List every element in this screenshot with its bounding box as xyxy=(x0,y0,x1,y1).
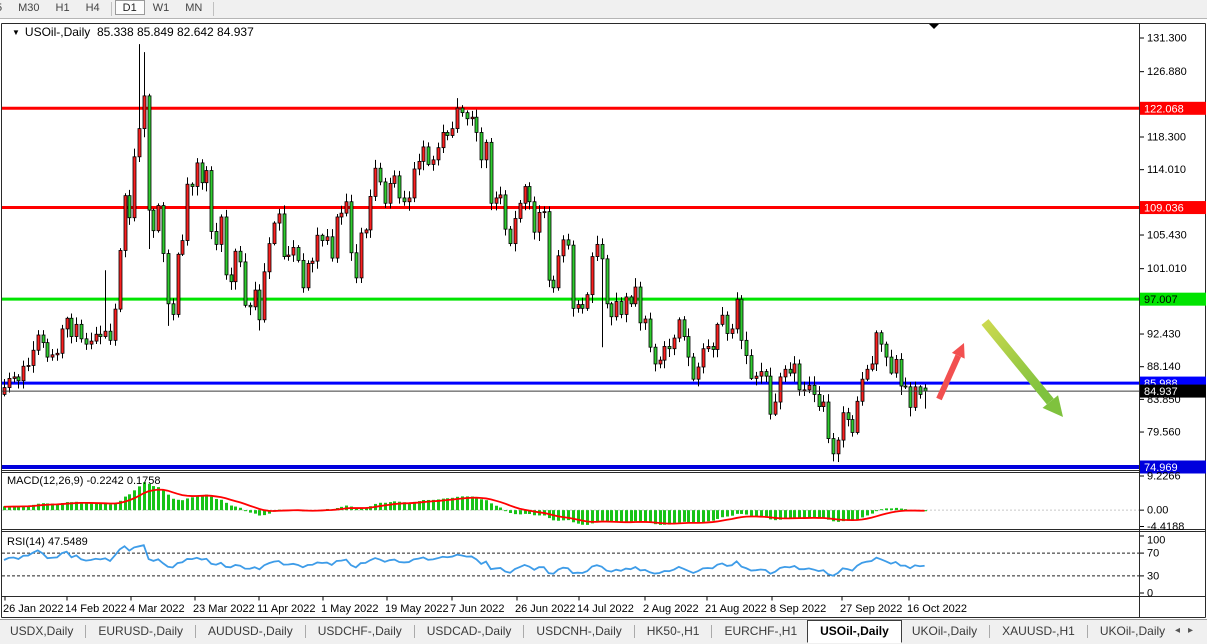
tab-xauusd-h1[interactable]: XAUUSD-,H1 xyxy=(992,620,1085,641)
tab-usdcnh-daily[interactable]: USDCNH-,Daily xyxy=(526,620,631,641)
price-tick-label: 88.140 xyxy=(1147,361,1181,373)
tab-separator xyxy=(711,625,713,638)
date-label: 2 Aug 2022 xyxy=(643,603,699,615)
macd-axis-label: 9.2266 xyxy=(1147,471,1181,483)
date-label: 26 Jun 2022 xyxy=(515,603,576,615)
tab-separator xyxy=(195,625,197,638)
tab-separator xyxy=(85,625,87,638)
tab-audusd-daily[interactable]: AUDUSD-,Daily xyxy=(198,620,303,641)
symbol-tab-bar: USDX,Daily EURUSD-,Daily AUDUSD-,Daily USDC… xyxy=(0,619,1207,644)
tab-separator xyxy=(633,625,635,638)
date-label: 21 Aug 2022 xyxy=(705,603,767,615)
tab-usdchf-daily[interactable]: USDCHF-,Daily xyxy=(308,620,412,641)
tab-ukoil-daily[interactable]: UKOil-,Daily xyxy=(902,620,987,641)
tab-usdcad-daily[interactable]: USDCAD-,Daily xyxy=(417,620,522,641)
tab-scroll-right-icon[interactable]: ▸ xyxy=(1188,625,1201,636)
macd-axis-label: 0.00 xyxy=(1147,505,1168,517)
date-label: 27 Sep 2022 xyxy=(840,603,902,615)
date-label: 23 Mar 2022 xyxy=(193,603,255,615)
rsi-axis-label: 70 xyxy=(1147,548,1159,560)
price-tick-label: 118.300 xyxy=(1147,132,1186,144)
date-label: 1 May 2022 xyxy=(321,603,378,615)
mt4-window: { "toolbar": {"timeframes": ["5","M30","… xyxy=(0,0,1207,644)
chart-area[interactable] xyxy=(2,24,1138,470)
tab-separator xyxy=(413,625,415,638)
tab-ukoil-daily[interactable]: UKOil-,Daily xyxy=(1090,620,1175,641)
date-label: 4 Mar 2022 xyxy=(129,603,185,615)
price-badge-label: 109.036 xyxy=(1144,203,1184,215)
tab-eurusd-daily[interactable]: EURUSD-,Daily xyxy=(88,620,193,641)
date-label: 7 Jun 2022 xyxy=(450,603,504,615)
rsi-axis-label: 0 xyxy=(1147,588,1153,600)
date-label: 11 Apr 2022 xyxy=(257,603,316,615)
date-label: 14 Jul 2022 xyxy=(577,603,634,615)
price-tick-label: 126.880 xyxy=(1147,66,1187,78)
price-tick-label: 101.010 xyxy=(1147,263,1187,275)
date-label: 16 Oct 2022 xyxy=(907,603,967,615)
rsi-axis-label: 100 xyxy=(1147,535,1165,547)
price-tick-label: 92.430 xyxy=(1147,329,1181,341)
macd-axis-label: -4.4188 xyxy=(1147,521,1184,533)
chart-canvas[interactable]: 131.300 126.880 118.300 114.010 105.430 101.0… xyxy=(0,0,1207,619)
tab-separator xyxy=(304,625,306,638)
price-tick-label: 105.430 xyxy=(1147,230,1187,242)
date-label: 8 Sep 2022 xyxy=(770,603,826,615)
price-badge-label: 122.068 xyxy=(1144,103,1184,115)
price-badge-label: 97.007 xyxy=(1144,294,1178,306)
tab-eurchf-h1[interactable]: EURCHF-,H1 xyxy=(714,620,807,641)
price-badge-label: 84.937 xyxy=(1144,386,1178,398)
tab-separator xyxy=(989,625,991,638)
date-label: 14 Feb 2022 xyxy=(65,603,127,615)
price-tick-label: 79.560 xyxy=(1147,427,1181,439)
price-tick-label: 114.010 xyxy=(1147,164,1186,176)
price-tick-label: 131.300 xyxy=(1147,33,1187,45)
rsi-axis-label: 30 xyxy=(1147,570,1159,582)
tab-scroll-arrows: ◂▸ xyxy=(1175,625,1201,636)
tab-separator xyxy=(523,625,525,638)
date-label: 19 May 2022 xyxy=(385,603,449,615)
tab-usdx-daily[interactable]: USDX,Daily xyxy=(0,620,83,641)
tab-hk50-h1[interactable]: HK50-,H1 xyxy=(637,620,710,641)
tab-separator xyxy=(1086,625,1088,638)
tab-usoil-daily[interactable]: USOil-,Daily xyxy=(807,620,902,643)
tab-scroll-left-icon[interactable]: ◂ xyxy=(1175,625,1188,636)
date-label: 26 Jan 2022 xyxy=(3,603,64,615)
